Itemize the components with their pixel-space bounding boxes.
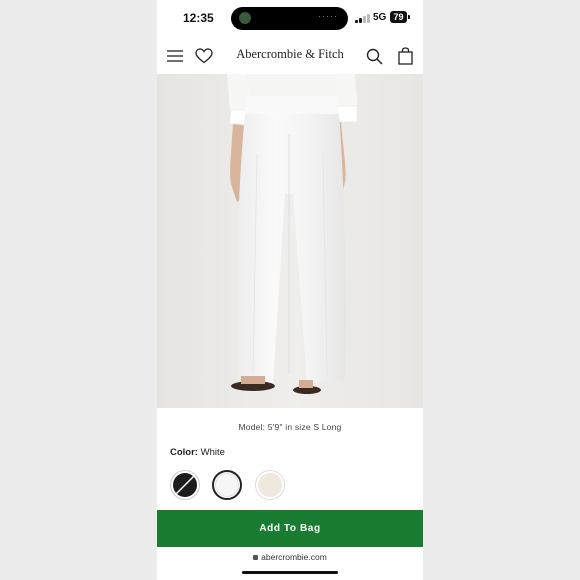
heart-icon[interactable] — [194, 46, 214, 66]
model-size-note: Model: 5'9" in size S Long — [238, 422, 342, 432]
signal-icon — [355, 13, 370, 23]
lock-icon — [253, 555, 259, 560]
browser-url-bar[interactable]: abercrombie.com — [157, 552, 423, 562]
status-bar: 12:35 ····· 5G 79 — [157, 0, 423, 38]
search-icon[interactable] — [364, 46, 384, 66]
product-photo-illustration — [157, 74, 423, 408]
network-type: 5G — [373, 12, 387, 23]
status-time: 12:35 — [183, 11, 214, 25]
battery-icon: 79 — [390, 11, 407, 23]
menu-icon[interactable] — [165, 46, 185, 66]
swatch-black[interactable] — [170, 470, 200, 500]
brand-logo[interactable]: Abercrombie & Fitch — [217, 47, 363, 62]
swatch-white[interactable] — [212, 470, 242, 500]
app-indicator-icon — [239, 12, 251, 24]
color-label: Color: — [170, 447, 198, 458]
color-selection-label: Color: White — [170, 447, 225, 458]
home-indicator[interactable] — [242, 571, 338, 574]
sold-out-slash-icon — [174, 474, 196, 496]
battery-tip — [408, 15, 410, 19]
bag-icon[interactable] — [395, 46, 415, 66]
site-header: Abercrombie & Fitch — [157, 38, 423, 74]
phone-screen: 12:35 ····· 5G 79 Abercrombie & Fitch Mo… — [157, 0, 423, 580]
swatch-cream[interactable] — [255, 470, 285, 500]
island-dots: ····· — [318, 11, 338, 21]
product-image[interactable] — [157, 74, 423, 408]
add-to-bag-button[interactable]: Add To Bag — [157, 510, 423, 547]
color-value: White — [200, 447, 225, 458]
url-text: abercrombie.com — [261, 552, 327, 562]
dynamic-island: ····· — [231, 7, 348, 30]
